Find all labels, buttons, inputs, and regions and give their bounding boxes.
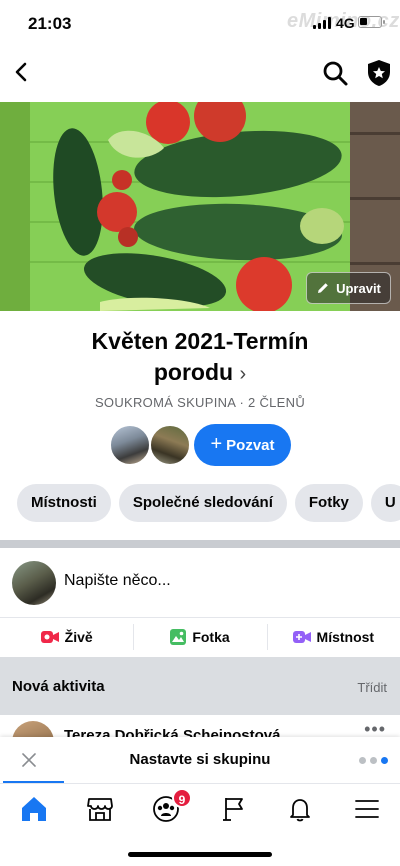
- chip-rooms[interactable]: Místnosti: [17, 484, 111, 522]
- pencil-icon: [318, 283, 328, 293]
- home-indicator[interactable]: [128, 852, 272, 857]
- edit-cover-label: Upravit: [336, 280, 381, 296]
- notification-badge: 9: [172, 788, 192, 808]
- room-video-icon: [292, 631, 311, 643]
- marketplace-icon[interactable]: [85, 794, 115, 824]
- battery-icon: [358, 16, 385, 28]
- group-title[interactable]: Květen 2021-Termín porodu ›: [0, 326, 400, 390]
- chevron-left-icon[interactable]: [8, 58, 36, 86]
- setup-banner-text: Nastavte si skupinu: [129, 751, 271, 768]
- group-title-line1: Květen 2021-Termín: [91, 328, 309, 354]
- photo-label: Fotka: [192, 629, 230, 645]
- home-icon[interactable]: [19, 794, 49, 824]
- menu-icon[interactable]: [352, 794, 382, 824]
- plus-icon: +: [210, 432, 223, 455]
- section-divider: [0, 540, 400, 548]
- invite-label: Pozvat: [226, 436, 275, 454]
- new-activity-header: Nová aktivita Třídit: [0, 657, 400, 715]
- live-button[interactable]: Živě: [0, 618, 133, 656]
- room-button[interactable]: Místnost: [266, 618, 400, 656]
- room-label: Místnost: [316, 629, 375, 645]
- bottom-tab-bar: [0, 783, 400, 831]
- invite-button[interactable]: + Pozvat: [194, 424, 291, 466]
- search-icon[interactable]: [320, 58, 350, 88]
- chip-photos[interactable]: Fotky: [294, 484, 363, 522]
- member-avatar[interactable]: [149, 424, 191, 466]
- top-nav: [0, 48, 400, 102]
- group-title-line2: porodu: [153, 359, 234, 385]
- status-time: 21:03: [28, 14, 72, 33]
- signal-icon: [313, 17, 333, 29]
- pages-flag-icon[interactable]: [219, 794, 249, 824]
- edit-cover-button[interactable]: Upravit: [306, 272, 391, 304]
- composer-input[interactable]: Napište něco...: [64, 572, 171, 590]
- new-activity-label: Nová aktivita: [12, 678, 105, 695]
- member-avatar[interactable]: [109, 424, 151, 466]
- chevron-right-icon: ›: [239, 363, 247, 385]
- live-label: Živě: [64, 629, 93, 645]
- photo-icon: [170, 629, 187, 645]
- live-video-icon: [40, 631, 59, 643]
- sort-button[interactable]: Třídit: [357, 680, 387, 695]
- progress-dots: [359, 757, 388, 764]
- shield-star-icon[interactable]: [364, 58, 394, 88]
- composer-actions: Živě Fotka Místnost: [0, 618, 400, 656]
- bell-icon[interactable]: [285, 794, 315, 824]
- chip-watch-party[interactable]: Společné sledování: [118, 484, 287, 522]
- setup-banner[interactable]: Nastavte si skupinu: [0, 737, 400, 783]
- network-type: 4G: [336, 15, 355, 31]
- group-privacy-members[interactable]: SOUKROMÁ SKUPINA · 2 ČLENŮ: [0, 395, 400, 410]
- photo-button[interactable]: Fotka: [133, 618, 266, 656]
- status-bar: 21:03 eMimino.cz 4G: [0, 0, 400, 48]
- my-avatar[interactable]: [12, 561, 56, 605]
- group-tabs: Místnosti Společné sledování Fotky U: [17, 484, 400, 522]
- chip-more[interactable]: U: [370, 484, 400, 522]
